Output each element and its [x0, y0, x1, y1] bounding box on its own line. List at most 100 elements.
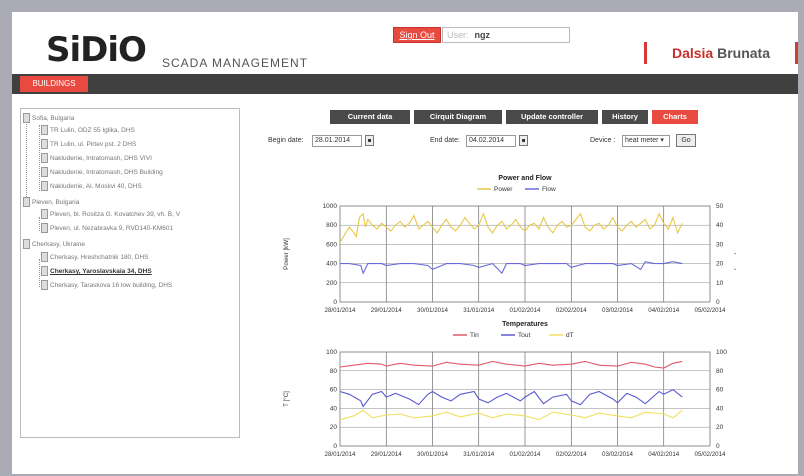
y2-tick-label: 40	[716, 405, 724, 412]
tab-current-data[interactable]: Current data	[330, 110, 410, 124]
tab-cirquit-diagram[interactable]: Cirquit Diagram	[414, 110, 502, 124]
brand-part2: Brunata	[717, 45, 771, 61]
x-tick-label: 28/01/2014	[325, 451, 357, 458]
end-calendar-icon[interactable]: ▪	[519, 135, 528, 146]
tree-item[interactable]: Nakludenie, Al. Moskvi 40, DHS	[41, 181, 142, 193]
app-window: SiDiO SCADA MANAGEMENT Sign Out User: ngz…	[12, 12, 798, 474]
y2-axis-label: Flow [m3/h]	[734, 238, 736, 270]
tree-item[interactable]: Pleven, bl. Rositza G. Kovatchev 39, vh.…	[41, 209, 180, 221]
sign-out-button[interactable]: Sign Out	[393, 27, 441, 43]
y2-tick-label: 20	[716, 424, 724, 431]
y2-tick-label: 80	[716, 368, 724, 375]
tree-item[interactable]: Cherkasy, Taraskova 16 low building, DHS	[41, 280, 172, 292]
series-line-tin	[339, 360, 683, 369]
y2-tick-label: 0	[716, 299, 720, 306]
main-navbar: BUILDINGS	[12, 74, 798, 94]
tree-group-label: Pleven, Bulgaria	[32, 199, 80, 206]
building-icon	[23, 197, 30, 208]
logo: SiDiO	[46, 30, 147, 70]
tree-group-cherkasy[interactable]: Cherkasy, Ukraine	[23, 239, 85, 251]
tree-group-pleven[interactable]: Pleven, Bulgaria	[23, 197, 79, 209]
y-tick-label: 0	[333, 299, 337, 306]
end-date-input[interactable]: 04.02.2014	[466, 135, 516, 147]
building-icon	[23, 113, 30, 124]
y-tick-label: 20	[330, 424, 338, 431]
building-icon	[23, 239, 30, 250]
buildings-button[interactable]: BUILDINGS	[20, 76, 88, 92]
y-tick-label: 40	[330, 405, 338, 412]
x-tick-label: 03/02/2014	[602, 451, 634, 458]
x-tick-label: 30/01/2014	[417, 307, 449, 314]
tree-item-label: Cherkasy, Taraskova 16 low building, DHS	[50, 282, 173, 289]
tree-item-selected[interactable]: Cherkasy, Yaroslavskaia 34, DHS	[41, 266, 152, 278]
tree-group-label: Cherkasy, Ukraine	[32, 241, 85, 248]
x-tick-label: 29/01/2014	[371, 451, 403, 458]
tree-item-label: Cherkasy, Hreshchatnik 180, DHS	[50, 254, 149, 261]
tab-history[interactable]: History	[602, 110, 648, 124]
building-icon	[41, 252, 48, 263]
y2-tick-label: 20	[716, 261, 724, 268]
go-button[interactable]: Go	[676, 134, 696, 147]
legend-label: Power	[494, 186, 513, 193]
y-axis-label: Power [kW]	[283, 238, 290, 270]
y-tick-label: 400	[326, 261, 337, 268]
x-tick-label: 31/01/2014	[463, 307, 495, 314]
device-select[interactable]: heat meter ▾	[622, 135, 670, 147]
device-select-value: heat meter	[625, 137, 659, 144]
user-name: ngz	[474, 30, 491, 40]
tree-item[interactable]: Cherkasy, Hreshchatnik 180, DHS	[41, 252, 149, 264]
tree-group-sofia[interactable]: Sofia, Bulgaria	[23, 113, 74, 125]
chart-title: Power and Flow	[498, 175, 552, 182]
app-subtitle: SCADA MANAGEMENT	[162, 56, 309, 70]
tree-item-label: Pleven, ul. Nezabravka 9, RVD140-KM601	[50, 225, 174, 232]
x-tick-label: 05/02/2014	[695, 451, 727, 458]
building-icon	[41, 167, 48, 178]
tree-item-label: Pleven, bl. Rositza G. Kovatchev 39, vh.…	[50, 211, 181, 218]
x-tick-label: 05/02/2014	[695, 307, 727, 314]
tab-charts[interactable]: Charts	[652, 110, 698, 124]
x-tick-label: 02/02/2014	[556, 451, 588, 458]
device-label: Device :	[590, 137, 616, 144]
y-tick-label: 600	[326, 241, 337, 248]
tree-item[interactable]: TR Lulin, ul. Pirtev pst. 2 DHS	[41, 139, 136, 151]
power-flow-chart: Power and Flow Power Flow 28/01/2014 29/01/2…	[283, 175, 736, 314]
legend-label: Tin	[470, 332, 479, 339]
y-axis-label: T [°C]	[283, 391, 290, 407]
tree-item-label: TR Lulin, ODZ 55 Iglika, DHS	[50, 127, 135, 134]
begin-date-label: Begin date:	[268, 137, 304, 144]
series-line-tout	[339, 388, 683, 408]
tree-item-label: Cherkasy, Yaroslavskaia 34, DHS	[50, 268, 152, 275]
user-label: User:	[447, 30, 469, 40]
building-icon	[41, 181, 48, 192]
begin-date-input[interactable]: 28.01.2014	[312, 135, 362, 147]
chevron-down-icon: ▾	[660, 137, 664, 144]
y2-tick-label: 40	[716, 222, 724, 229]
y-tick-label: 0	[333, 443, 337, 450]
y-tick-label: 100	[326, 349, 337, 356]
y2-tick-label: 100	[716, 349, 727, 356]
x-tick-label: 04/02/2014	[648, 451, 680, 458]
tab-update-controller[interactable]: Update controller	[506, 110, 598, 124]
temperatures-chart: Temperatures Tin Tout dT 28/01/2014 29/01/201…	[283, 321, 727, 458]
tree-item[interactable]: Nakludenie, Intratomash, DHS VIVI	[41, 153, 152, 165]
y-tick-label: 60	[330, 387, 338, 394]
x-tick-label: 03/02/2014	[602, 307, 634, 314]
x-tick-label: 29/01/2014	[371, 307, 403, 314]
x-tick-label: 28/01/2014	[325, 307, 357, 314]
building-icon	[41, 125, 48, 136]
tree-item[interactable]: Pleven, ul. Nezabravka 9, RVD140-KM601	[41, 223, 173, 235]
tree-item[interactable]: TR Lulin, ODZ 55 Iglika, DHS	[41, 125, 135, 137]
tree-item[interactable]: Nakludenie, Intratomash, DHS Building	[41, 167, 163, 179]
x-tick-label: 31/01/2014	[463, 451, 495, 458]
building-icon	[41, 223, 48, 234]
legend-label: Flow	[542, 186, 556, 193]
chart-title: Temperatures	[502, 321, 548, 328]
y2-tick-label: 10	[716, 280, 724, 287]
begin-calendar-icon[interactable]: ▪	[365, 135, 374, 146]
series-line-dt	[339, 409, 683, 421]
x-tick-label: 02/02/2014	[556, 307, 588, 314]
y-tick-label: 800	[326, 222, 337, 229]
y2-tick-label: 30	[716, 241, 724, 248]
end-date-label: End date:	[430, 137, 460, 144]
x-tick-label: 01/02/2014	[510, 451, 542, 458]
